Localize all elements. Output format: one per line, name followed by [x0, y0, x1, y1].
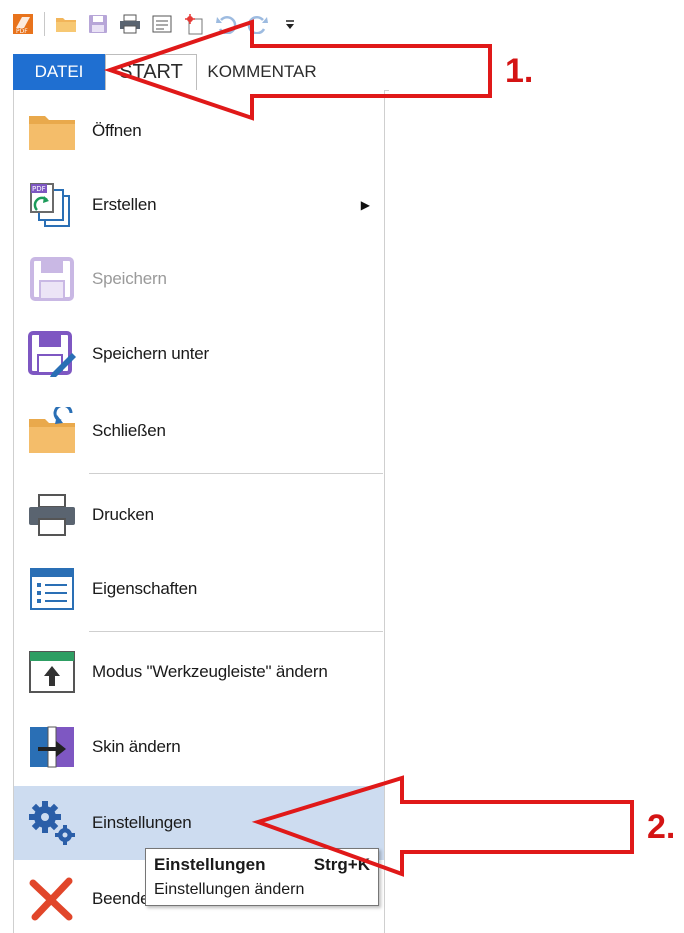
app-logo-icon[interactable]: PDF — [10, 11, 36, 37]
printer-icon — [26, 489, 78, 541]
toolbar-mode-icon — [26, 646, 78, 698]
menu-item-label: Einstellungen — [92, 813, 192, 832]
menu-item-skin[interactable]: Skin ändern — [14, 710, 384, 784]
exit-x-icon — [26, 873, 78, 925]
menu-item-label: Erstellen — [92, 195, 157, 214]
menu-item-label: Eigenschaften — [92, 579, 198, 598]
menu-item-label: Speichern — [92, 269, 167, 288]
annotation-step-2: 2. — [647, 808, 676, 846]
print-icon[interactable] — [117, 11, 143, 37]
save-as-icon — [26, 328, 78, 380]
open-folder-icon[interactable] — [53, 11, 79, 37]
menu-item-save-as[interactable]: Speichern unter — [14, 317, 384, 391]
menu-item-label: Drucken — [92, 505, 154, 524]
menu-item-label: Öffnen — [92, 121, 142, 140]
ribbon-tabs: DATEI START KOMMENTAR — [13, 54, 389, 91]
redo-icon[interactable] — [245, 11, 271, 37]
menu-item-label: Skin ändern — [92, 737, 181, 756]
menu-item-label: Modus "Werkzeugleiste" ändern — [92, 662, 328, 681]
file-menu: Öffnen PDF Erstellen ▶ Speichern Speiche… — [13, 90, 385, 933]
customize-dropdown-icon[interactable] — [277, 11, 303, 37]
svg-text:PDF: PDF — [32, 185, 46, 193]
quick-access-toolbar: PDF — [10, 8, 390, 40]
svg-text:PDF: PDF — [16, 28, 28, 35]
settings-tooltip: Einstellungen Strg+K Einstellungen änder… — [145, 848, 379, 906]
annotation-step-1: 1. — [505, 52, 534, 90]
tooltip-description: Einstellungen ändern — [154, 881, 305, 898]
menu-item-properties[interactable]: Eigenschaften — [14, 552, 384, 626]
properties-icon — [26, 563, 78, 615]
menu-item-label: Speichern unter — [92, 344, 210, 363]
close-folder-icon — [26, 405, 78, 457]
menu-item-label: Schließen — [92, 421, 166, 440]
menu-item-print[interactable]: Drucken — [14, 478, 384, 552]
submenu-arrow-icon: ▶ — [360, 198, 370, 212]
foxit-reader-file-menu: PDF DATEI START KOMMENTAR Öffnen PDF Ers… — [0, 0, 684, 933]
gears-icon — [26, 797, 78, 849]
undo-icon[interactable] — [213, 11, 239, 37]
menu-item-save[interactable]: Speichern — [14, 242, 384, 316]
menu-item-open[interactable]: Öffnen — [14, 94, 384, 168]
new-icon[interactable] — [181, 11, 207, 37]
menu-item-create[interactable]: PDF Erstellen ▶ — [14, 168, 384, 242]
menu-item-close[interactable]: Schließen — [14, 394, 384, 468]
skin-icon — [26, 721, 78, 773]
menu-item-toolbar-mode[interactable]: Modus "Werkzeugleiste" ändern — [14, 635, 384, 709]
tab-file[interactable]: DATEI — [13, 54, 105, 90]
save-icon[interactable] — [85, 11, 111, 37]
properties-icon[interactable] — [149, 11, 175, 37]
tab-comment[interactable]: KOMMENTAR — [197, 54, 327, 90]
menu-separator — [89, 631, 383, 632]
tooltip-title: Einstellungen — [154, 855, 266, 874]
toolbar-separator — [44, 12, 45, 36]
tab-start[interactable]: START — [105, 54, 197, 90]
tooltip-shortcut: Strg+K — [313, 855, 370, 874]
create-pdf-icon: PDF — [26, 179, 78, 231]
save-icon — [26, 253, 78, 305]
menu-separator — [89, 473, 383, 474]
folder-icon — [26, 105, 78, 157]
